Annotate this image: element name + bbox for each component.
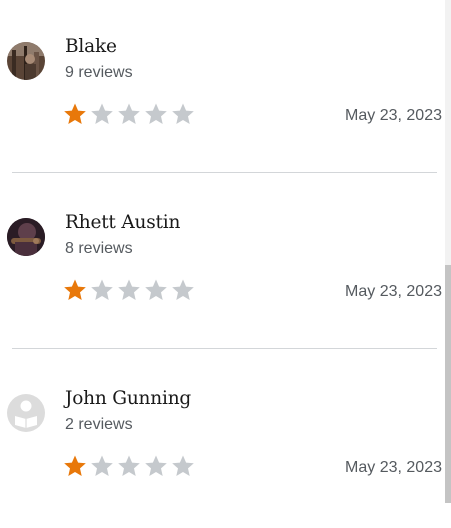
scrollbar-thumb[interactable] [445,265,451,503]
review-date[interactable]: May 23, 2023 [345,459,442,477]
divider [12,172,437,173]
star-empty-icon [145,103,167,124]
star-empty-icon [172,279,194,300]
reviewer-name[interactable]: Blake [65,36,117,57]
star-filled-icon [64,279,86,300]
avatar[interactable] [7,218,45,256]
review-date[interactable]: May 23, 2023 [345,283,442,301]
scrollbar[interactable] [445,0,451,503]
star-empty-icon [91,279,113,300]
star-empty-icon [172,103,194,124]
star-empty-icon [118,279,140,300]
star-empty-icon [145,455,167,476]
reviewer-name[interactable]: John Gunning [65,388,191,409]
star-empty-icon [172,455,194,476]
review-item: Rhett Austin 8 reviews May 23, 2023 [0,176,444,352]
star-rating [63,102,195,126]
star-empty-icon [118,103,140,124]
review-item: Blake 9 reviews May 23, 2023 [0,0,444,176]
divider [12,348,437,349]
review-date[interactable]: May 23, 2023 [345,107,442,125]
star-filled-icon [64,103,86,124]
review-count[interactable]: 2 reviews [65,416,133,434]
star-empty-icon [118,455,140,476]
star-empty-icon [145,279,167,300]
star-rating [63,278,195,302]
avatar-reader-icon[interactable] [7,394,45,432]
star-empty-icon [91,455,113,476]
avatar[interactable] [7,42,45,80]
review-count[interactable]: 8 reviews [65,240,133,258]
review-count[interactable]: 9 reviews [65,64,133,82]
star-rating [63,454,195,478]
star-empty-icon [91,103,113,124]
reviewer-name[interactable]: Rhett Austin [65,212,180,233]
star-filled-icon [64,455,86,476]
review-item: John Gunning 2 reviews May 23, 2023 [0,352,444,528]
